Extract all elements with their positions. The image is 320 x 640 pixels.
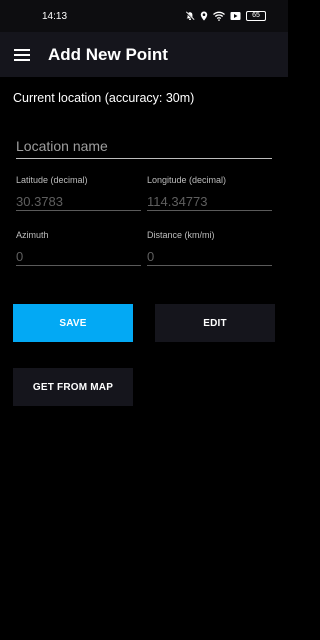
hamburger-menu-icon[interactable]: [0, 32, 44, 77]
azimuth-underline: [16, 247, 141, 266]
edit-button[interactable]: EDIT: [155, 304, 275, 342]
status-bar: 14:13 65: [0, 0, 288, 32]
page-title: Add New Point: [48, 44, 168, 64]
latitude-label: Latitude (decimal): [16, 175, 88, 185]
latitude-input[interactable]: [16, 192, 141, 210]
status-icons: 65: [185, 11, 266, 21]
latitude-field: Latitude (decimal): [16, 175, 141, 211]
battery-indicator: 65: [246, 11, 266, 21]
mute-bell-icon: [185, 11, 195, 21]
wifi-icon: [213, 11, 225, 21]
azimuth-input[interactable]: [16, 247, 141, 265]
location-pin-icon: [200, 11, 208, 21]
get-from-map-button[interactable]: GET FROM MAP: [13, 368, 133, 406]
location-name-input[interactable]: [16, 134, 272, 158]
status-time: 14:13: [42, 10, 68, 22]
azimuth-label: Azimuth: [16, 230, 49, 240]
distance-field: Distance (km/mi): [147, 230, 272, 266]
longitude-field: Longitude (decimal): [147, 175, 272, 211]
longitude-label: Longitude (decimal): [147, 175, 227, 185]
longitude-underline: [147, 192, 272, 211]
distance-input[interactable]: [147, 247, 272, 265]
app-toolbar: Add New Point: [0, 32, 288, 77]
distance-underline: [147, 247, 272, 266]
media-icon: [230, 11, 241, 21]
distance-label: Distance (km/mi): [147, 230, 215, 240]
save-button[interactable]: SAVE: [13, 304, 133, 342]
longitude-input[interactable]: [147, 192, 272, 210]
azimuth-field: Azimuth: [16, 230, 141, 266]
screen: 14:13 65 Add New Point Current location …: [0, 0, 288, 640]
latitude-underline: [16, 192, 141, 211]
location-name-field: [16, 134, 272, 159]
current-location-text: Current location (accuracy: 30m): [13, 91, 195, 105]
